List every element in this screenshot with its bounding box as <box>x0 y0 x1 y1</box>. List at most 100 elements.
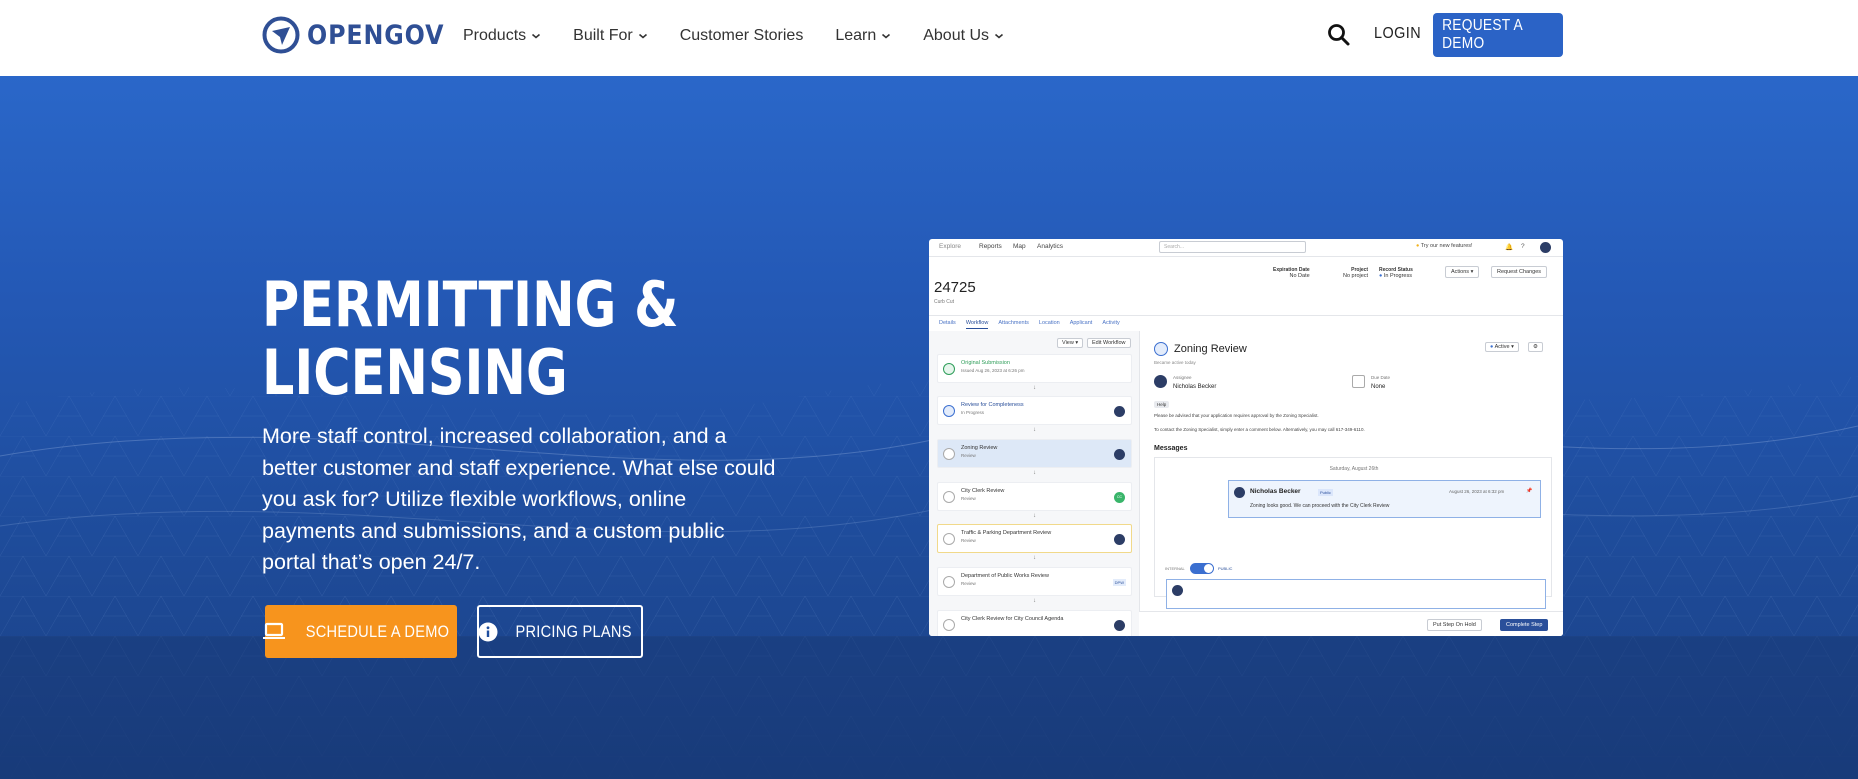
step-status: In Progress <box>961 410 985 415</box>
arrow-down-icon: ↓ <box>1033 385 1036 391</box>
check-icon <box>943 619 955 631</box>
tab-workflow: Workflow <box>965 320 989 329</box>
view-label: View <box>1062 340 1074 346</box>
meta-value: No project <box>1343 273 1369 279</box>
step-name: Zoning Review <box>961 445 998 451</box>
tab-applicant: Applicant <box>1069 320 1093 326</box>
app-preview-screenshot: Explore Reports Map Analytics Search... … <box>929 239 1563 636</box>
actions-button: Actions ▾ <box>1445 266 1480 278</box>
put-on-hold-button: Put Step On Hold <box>1427 619 1482 631</box>
workflow-step: Traffic & Parking Department Review Revi… <box>937 524 1132 553</box>
search-icon <box>1328 24 1350 46</box>
tab-attachments: Attachments <box>998 320 1029 326</box>
schedule-demo-label: SCHEDULE A DEMO <box>305 621 449 641</box>
avatar <box>1154 375 1167 388</box>
divider <box>929 315 1563 316</box>
pricing-plans-label: PRICING PLANS <box>515 621 633 641</box>
nav-item-products[interactable]: Products <box>463 24 541 48</box>
assignee-label: Assignee <box>1173 375 1192 380</box>
chevron-down-icon <box>995 33 1004 39</box>
chevron-down-icon <box>882 33 891 39</box>
workflow-step-selected: Zoning Review Review <box>937 439 1132 468</box>
due-date-label: Due Date <box>1371 375 1391 380</box>
messages-heading: Messages <box>1154 445 1188 452</box>
request-changes-button: Request Changes <box>1491 266 1548 278</box>
login-link[interactable]: LOGIN <box>1374 25 1421 43</box>
request-demo-button[interactable]: REQUEST A DEMO <box>1433 13 1563 57</box>
gear-icon: ⚙ <box>1528 342 1543 352</box>
message-author: Nicholas Becker <box>1250 488 1301 495</box>
workflow-step: Review for Completeness In Progress <box>937 396 1132 425</box>
hero-description: More staff control, increased collaborat… <box>262 424 776 574</box>
nav-item-customer-stories[interactable]: Customer Stories <box>680 24 804 48</box>
hero-title: PERMITTING & LICENSING <box>262 271 721 407</box>
calendar-icon <box>1352 375 1365 388</box>
workflow-list-pane: View ▾ Edit Workflow Original Submission… <box>929 331 1139 636</box>
app-nav-analytics: Analytics <box>1037 243 1064 250</box>
arrow-down-icon: ↓ <box>1033 470 1036 476</box>
step-detail-pane: Zoning Review Became active today ● Acti… <box>1139 331 1563 636</box>
chevron-down-icon <box>532 33 541 39</box>
note-text: To contact the Zoning Specialist, simply… <box>1154 427 1365 432</box>
main-nav: Products Built For Customer Stories Lear… <box>463 24 1036 48</box>
actions-label: Actions <box>1451 269 1470 275</box>
detail-title: Zoning Review <box>1174 343 1247 355</box>
app-nav-reports: Reports <box>979 243 1002 250</box>
nav-item-about-us[interactable]: About Us <box>923 24 1004 48</box>
nav-item-label: Customer Stories <box>679 27 804 44</box>
step-status: Review <box>961 496 976 501</box>
chevron-down-icon <box>638 33 647 39</box>
logo[interactable]: OPENGOV <box>262 16 463 54</box>
arrow-down-icon: ↓ <box>1033 555 1036 561</box>
due-date-value: None <box>1371 384 1386 390</box>
schedule-demo-button[interactable]: SCHEDULE A DEMO <box>262 605 457 658</box>
check-icon <box>1154 342 1168 356</box>
assignee-name: Nicholas Becker <box>1173 384 1217 390</box>
pricing-plans-button[interactable]: PRICING PLANS <box>477 605 643 658</box>
workflow-step: City Clerk Review for City Council Agend… <box>937 610 1132 636</box>
nav-item-learn[interactable]: Learn <box>835 24 891 48</box>
check-icon <box>943 405 955 417</box>
nav-item-label: About Us <box>923 27 990 44</box>
app-nav-explore: Explore <box>939 243 962 250</box>
bell-icon: 🔔 <box>1505 244 1514 251</box>
message-time: August 26, 2023 at 6:32 pm <box>1449 489 1505 494</box>
app-new-features: ● Try our new features! <box>1416 243 1473 249</box>
avatar <box>1172 585 1183 596</box>
help-badge: Help <box>1154 401 1170 408</box>
avatar <box>1114 534 1125 545</box>
step-name: Original Submission <box>961 360 1010 366</box>
sun-icon: ● <box>1416 243 1420 249</box>
avatar: CC <box>1114 492 1125 503</box>
message-bubble: Nicholas Becker Public August 26, 2023 a… <box>1228 480 1541 518</box>
meta-value: No Date <box>1289 273 1310 279</box>
status-dot-icon: ● <box>1490 344 1494 350</box>
hero-title-line2: LICENSING <box>262 336 568 409</box>
app-search-input: Search... <box>1159 241 1306 253</box>
record-number: 24725 <box>934 279 976 296</box>
meta-value: In Progress <box>1383 273 1412 279</box>
messages-panel: Saturday, August 26th <box>1154 457 1552 597</box>
avatar <box>1114 406 1125 417</box>
active-dropdown: ● Active ▾ <box>1485 342 1519 352</box>
meta-expiration: Expiration Date No Date <box>1273 267 1310 279</box>
user-avatar <box>1540 242 1551 253</box>
public-badge: Public <box>1318 489 1333 496</box>
toggle-knob <box>1204 564 1213 573</box>
nav-item-label: Learn <box>835 27 877 44</box>
app-top-bar: Explore Reports Map Analytics Search... … <box>929 239 1563 257</box>
date-divider: Saturday, August 26th <box>1329 466 1379 472</box>
tab-activity: Activity <box>1102 320 1120 326</box>
nav-item-built-for[interactable]: Built For <box>573 24 648 48</box>
laptop-icon <box>262 622 286 642</box>
search-button[interactable] <box>1326 22 1352 48</box>
opengov-logo-icon <box>262 16 300 54</box>
check-icon <box>943 576 955 588</box>
step-actions-bar: Put Step On Hold Complete Step <box>1139 611 1563 636</box>
check-icon <box>943 448 955 460</box>
active-label: Active <box>1494 344 1510 350</box>
workflow-step: Original Submission Issued Aug 26, 2023 … <box>937 354 1132 383</box>
step-status: Review <box>961 538 976 543</box>
site-header: OPENGOV Products Built For Customer Stor… <box>0 0 1858 76</box>
app-nav-map: Map <box>1013 243 1026 250</box>
